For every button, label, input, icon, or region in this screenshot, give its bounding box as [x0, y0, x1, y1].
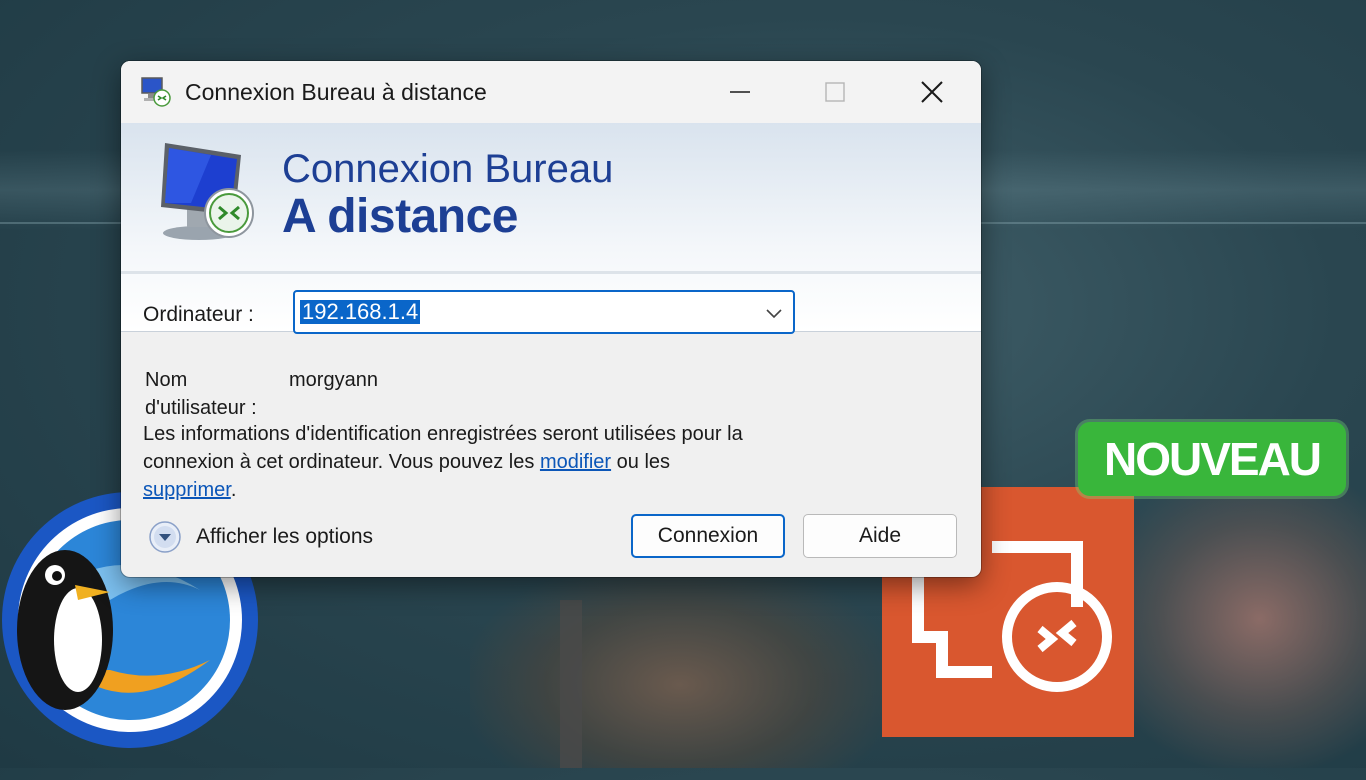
banner-title-line2: A distance: [282, 190, 518, 243]
connect-button[interactable]: Connexion: [631, 514, 785, 558]
username-value: morgyann: [289, 369, 378, 391]
background-blur: [470, 560, 890, 768]
close-button[interactable]: [883, 61, 981, 123]
show-options-toggle[interactable]: Afficher les options: [148, 521, 373, 553]
computer-input-value[interactable]: 192.168.1.4: [300, 300, 421, 324]
computer-label: Ordinateur :: [143, 303, 254, 326]
credentials-info-text-end: .: [230, 479, 237, 501]
delete-credentials-link[interactable]: supprimer: [143, 479, 231, 501]
background-blur-right: [1100, 470, 1366, 768]
modify-credentials-link[interactable]: modifier: [540, 451, 611, 473]
close-icon: [921, 81, 943, 103]
maximize-button[interactable]: [786, 61, 884, 123]
banner-title-line1: Connexion Bureau: [282, 147, 614, 191]
credentials-info-text-middle: ou les: [611, 451, 671, 473]
window-title: Connexion Bureau à distance: [185, 79, 487, 105]
expand-down-icon: [149, 521, 181, 553]
show-options-label: Afficher les options: [196, 525, 374, 548]
minimize-button[interactable]: [691, 61, 789, 123]
credentials-info: Les informations d'identification enregi…: [143, 420, 763, 504]
background-pole: [560, 600, 582, 768]
username-label: Nom d'utilisateur :: [145, 369, 257, 419]
remote-desktop-icon: [141, 77, 171, 107]
minimize-icon: [730, 91, 750, 93]
banner-divider: [121, 271, 981, 274]
help-button[interactable]: Aide: [803, 514, 957, 558]
chevron-down-icon[interactable]: [763, 302, 785, 324]
monitor-connection-icon: [161, 143, 254, 240]
rdp-dialog: Connexion Bureau à distance Connexion Bu…: [121, 61, 981, 577]
maximize-icon: [825, 82, 845, 102]
new-badge: NOUVEAU: [1078, 422, 1346, 496]
title-bar[interactable]: Connexion Bureau à distance: [121, 61, 981, 123]
computer-combobox[interactable]: 192.168.1.4: [293, 290, 795, 334]
